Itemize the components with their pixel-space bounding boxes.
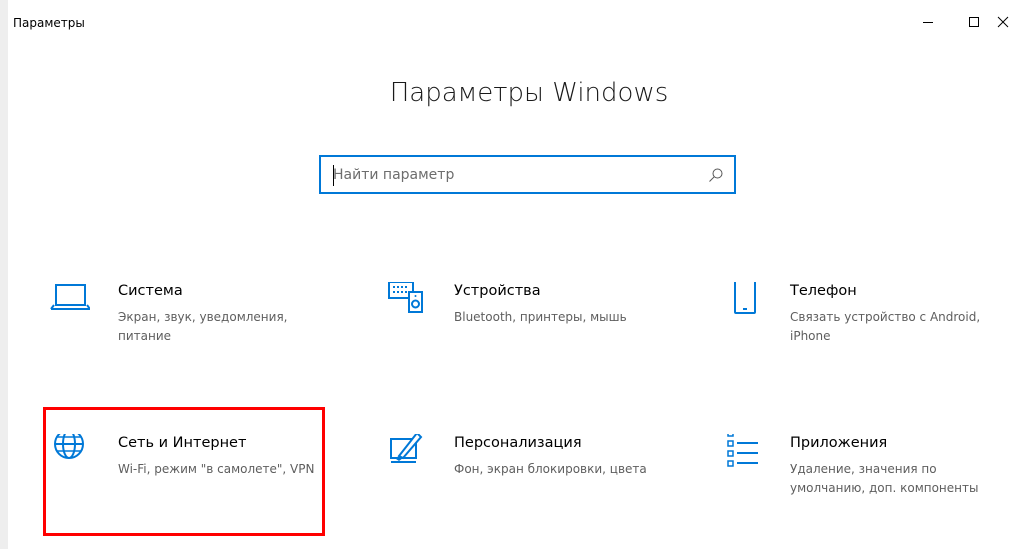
- tile-title: Телефон: [790, 283, 857, 299]
- devices-icon: [388, 282, 423, 313]
- text-caret: [333, 165, 334, 186]
- tile-description: Bluetooth, принтеры, мышь: [454, 310, 627, 324]
- close-icon: [997, 16, 1009, 28]
- maximize-icon: [969, 17, 979, 27]
- phone-icon: [734, 282, 756, 314]
- tile-apps[interactable]: Приложения Удаление, значения по умолчан…: [718, 434, 1018, 514]
- tile-description: Удаление, значения по умолчанию, доп. ко…: [790, 462, 979, 495]
- page-title: Параметры Windows: [389, 78, 669, 108]
- tile-phone[interactable]: Телефон Связать устройство с Android, iP…: [718, 282, 1018, 362]
- tile-description: Фон, экран блокировки, цвета: [454, 462, 647, 476]
- personalization-icon: [390, 434, 423, 463]
- search-box[interactable]: [319, 155, 736, 194]
- minimize-icon: [923, 22, 933, 23]
- search-input[interactable]: [333, 157, 703, 192]
- tile-description: Экран, звук, уведомления, питание: [118, 310, 288, 343]
- tile-description: Связать устройство с Android, iPhone: [790, 310, 981, 343]
- settings-window: Параметры Параметры Windows Найти параме…: [0, 0, 1025, 549]
- laptop-icon: [50, 284, 90, 310]
- tile-devices[interactable]: Устройства Bluetooth, принтеры, мышь: [382, 282, 672, 362]
- minimize-button[interactable]: [905, 6, 951, 38]
- apps-list-icon: [727, 434, 758, 467]
- tile-title: Приложения: [790, 435, 888, 451]
- close-button[interactable]: [997, 6, 1025, 38]
- tile-system[interactable]: Система Экран, звук, уведомления, питани…: [46, 282, 316, 362]
- tile-title: Устройства: [454, 283, 541, 299]
- window-controls: [905, 6, 1025, 40]
- title-bar[interactable]: Параметры: [8, 0, 1025, 40]
- highlight-annotation: [43, 407, 325, 536]
- tile-title: Система: [118, 283, 183, 299]
- search-icon[interactable]: [708, 167, 724, 183]
- tile-title: Персонализация: [454, 435, 582, 451]
- window-title: Параметры: [13, 16, 85, 30]
- tile-personalization[interactable]: Персонализация Фон, экран блокировки, цв…: [382, 434, 672, 514]
- maximize-button[interactable]: [951, 6, 997, 38]
